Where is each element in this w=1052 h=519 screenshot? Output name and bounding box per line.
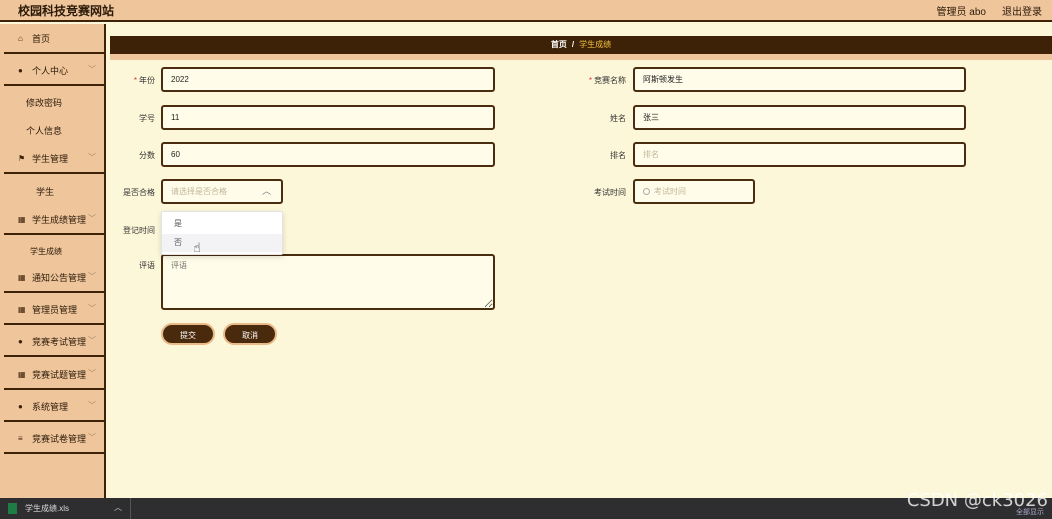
grid-icon: ▦ (18, 304, 26, 314)
competition-name-label: * 竞赛名称 (588, 76, 626, 85)
student-id-label: 学号 (139, 114, 155, 123)
chevron-down-icon: ﹀ (88, 433, 96, 442)
sidebar: ⌂ 首页 ● 个人中心 ﹀ 修改密码 个人信息 ⚑ 学生管理 ﹀ 学生 ▦ 学生… (0, 24, 106, 498)
dropdown-option-yes[interactable]: 是 (162, 215, 282, 233)
chevron-down-icon: ﹀ (88, 153, 96, 162)
admin-label: 管理员 abo (936, 7, 986, 18)
sidebar-item-label: 个人中心 (32, 65, 69, 76)
download-file-name: 学生成绩.xls (25, 504, 69, 513)
sidebar-item-label: 首页 (32, 33, 51, 44)
grid-icon: ▦ (18, 272, 26, 282)
cancel-button[interactable]: 取消 (223, 323, 277, 345)
user-icon: ● (18, 65, 23, 75)
required-mark: * (588, 76, 592, 85)
sidebar-item-personal-center[interactable]: ● 个人中心 ﹀ (4, 56, 104, 86)
sidebar-item-notice-management[interactable]: ▦ 通知公告管理 ﹀ (4, 263, 104, 293)
passed-dropdown-menu: 是 否 (161, 211, 283, 255)
register-time-label: 登记时间 (123, 226, 155, 235)
sidebar-item-home[interactable]: ⌂ 首页 (4, 24, 104, 54)
chevron-down-icon: ﹀ (88, 369, 96, 378)
user-icon: ● (18, 401, 23, 411)
sidebar-item-label: 系统管理 (32, 401, 69, 412)
breadcrumb: 首页 / 学生成绩 (110, 36, 1052, 60)
sidebar-item-label: 竞赛试题管理 (32, 369, 87, 380)
sidebar-item-admin-management[interactable]: ▦ 管理员管理 ﹀ (4, 295, 104, 325)
top-bar: 校园科技竞赛网站 管理员 abo 退出登录 (0, 0, 1052, 22)
exam-time-picker[interactable]: 考试时间 (633, 179, 755, 204)
comment-label: 评语 (139, 261, 155, 270)
grid-icon: ▦ (18, 214, 26, 224)
score-input[interactable]: 60 (161, 142, 495, 167)
year-label: * 年份 (133, 76, 155, 85)
chevron-down-icon: ﹀ (88, 65, 96, 74)
watermark: CSDN @ck3026 (906, 490, 1048, 511)
rank-input[interactable]: 排名 (633, 142, 966, 167)
sidebar-item-student-management[interactable]: ⚑ 学生管理 ﹀ (4, 144, 104, 174)
sidebar-item-label: 学生管理 (32, 153, 69, 164)
breadcrumb-home[interactable]: 首页 (551, 40, 567, 49)
sidebar-subitem-change-password[interactable]: 修改密码 (4, 90, 104, 114)
sidebar-item-label: 竞赛试卷管理 (32, 433, 87, 444)
chevron-down-icon: ﹀ (88, 214, 96, 223)
sidebar-subitem-personal-info[interactable]: 个人信息 (4, 118, 104, 142)
year-input[interactable]: 2022 (161, 67, 495, 92)
sidebar-item-label: 学生成绩管理 (32, 214, 87, 225)
sidebar-item-system-management[interactable]: ● 系统管理 ﹀ (4, 392, 104, 422)
home-icon: ⌂ (18, 33, 23, 43)
passed-select-placeholder: 请选择是否合格 (171, 187, 227, 196)
score-label: 分数 (139, 151, 155, 160)
exam-time-label: 考试时间 (594, 188, 626, 197)
sidebar-subitem-student-score[interactable]: 学生成绩 (4, 239, 104, 263)
chevron-down-icon: ﹀ (88, 304, 96, 313)
sidebar-item-label: 通知公告管理 (32, 272, 87, 283)
logout-link[interactable]: 退出登录 (1002, 3, 1042, 18)
flag-icon: ⚑ (18, 153, 26, 163)
exam-time-placeholder: 考试时间 (654, 187, 686, 196)
submit-button[interactable]: 提交 (161, 323, 215, 345)
name-input[interactable]: 张三 (633, 105, 966, 130)
hand-cursor-icon: ☝ (193, 240, 201, 255)
dropdown-option-no[interactable]: 否 (162, 234, 282, 252)
sidebar-item-exam-management[interactable]: ● 竞赛考试管理 ﹀ (4, 327, 104, 357)
breadcrumb-current: 学生成绩 (579, 40, 612, 49)
download-bar: 学生成绩.xls ︿ 全部显示 (0, 498, 1052, 519)
passed-label: 是否合格 (123, 188, 155, 197)
chevron-down-icon: ﹀ (88, 272, 96, 281)
sidebar-item-label: 管理员管理 (32, 304, 78, 315)
chevron-down-icon: ﹀ (88, 336, 96, 345)
download-item[interactable]: 学生成绩.xls (8, 501, 69, 516)
passed-select[interactable]: 请选择是否合格 ︿ (161, 179, 283, 204)
top-right-links: 管理员 abo 退出登录 (937, 3, 1042, 18)
site-title: 校园科技竞赛网站 (18, 4, 115, 18)
grid-icon: ▦ (18, 369, 26, 379)
comment-textarea[interactable] (161, 254, 495, 310)
list-icon: ≡ (18, 433, 23, 443)
sidebar-item-paper-management[interactable]: ≡ 竞赛试卷管理 ﹀ (4, 424, 104, 454)
circle-icon: ● (18, 336, 23, 346)
chevron-up-icon: ︿ (261, 186, 271, 196)
excel-file-icon (8, 503, 17, 514)
name-label: 姓名 (610, 114, 626, 123)
sidebar-item-question-management[interactable]: ▦ 竞赛试题管理 ﹀ (4, 360, 104, 390)
breadcrumb-separator: / (571, 40, 575, 49)
clock-icon (643, 188, 650, 195)
sidebar-item-label: 竞赛考试管理 (32, 336, 87, 347)
required-mark: * (133, 76, 137, 85)
competition-name-input[interactable]: 阿斯顿发生 (633, 67, 966, 92)
rank-label: 排名 (610, 151, 626, 160)
chevron-up-icon[interactable]: ︿ (114, 502, 122, 513)
student-id-input[interactable]: 11 (161, 105, 495, 130)
sidebar-subitem-student[interactable]: 学生 (4, 179, 104, 203)
chevron-down-icon: ﹀ (88, 401, 96, 410)
sidebar-item-score-management[interactable]: ▦ 学生成绩管理 ﹀ (4, 205, 104, 235)
divider (130, 498, 131, 519)
